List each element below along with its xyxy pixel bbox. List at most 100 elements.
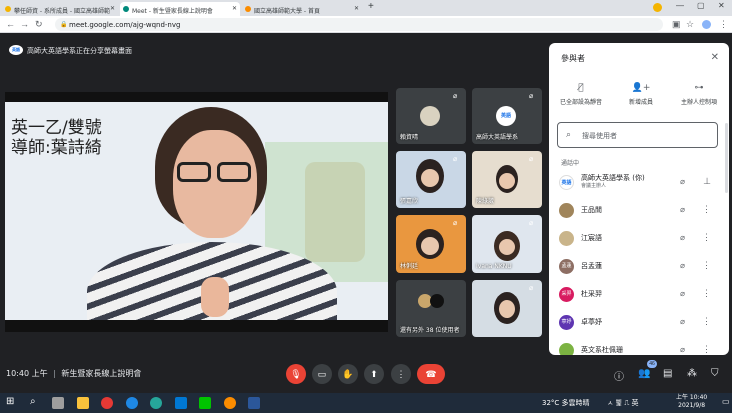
participant-row[interactable]: 英語 高師大英語學系 (你) 會議主辦人 ⌀ ⊥ (557, 170, 719, 196)
more-options-icon[interactable]: ⋮ (702, 232, 711, 243)
panel-scrollbar[interactable] (725, 123, 728, 193)
raise-hand-button[interactable]: ✋ (338, 364, 358, 384)
search-icon[interactable]: ⌕ (30, 396, 36, 407)
video-top-strip (5, 92, 388, 102)
more-options-icon[interactable]: ⋮ (702, 316, 711, 327)
new-tab-button[interactable]: + (368, 1, 374, 12)
mic-off-icon: ⌀ (529, 220, 534, 227)
notifications-icon[interactable]: ▭ (722, 397, 730, 406)
meeting-details-icon[interactable]: ⓘ (614, 368, 624, 383)
meeting-name: 新生暨家長線上說明會 (61, 369, 142, 378)
more-options-icon[interactable]: ⋮ (702, 260, 711, 271)
video-caption: 英一乙/雙號 導師:葉詩綺 (11, 118, 102, 158)
system-tray[interactable]: ㅅ 쀭 ⎍ 英 (607, 398, 638, 408)
window-close-icon[interactable]: ✕ (718, 1, 725, 10)
camera-in-use-icon[interactable]: ▣ (672, 19, 681, 30)
more-options-button[interactable]: ⋮ (391, 364, 411, 384)
line-icon[interactable] (199, 397, 211, 409)
mail-icon[interactable] (175, 397, 187, 409)
people-icon[interactable]: 👥 (638, 368, 650, 379)
windows-start-icon[interactable]: ⊞ (6, 396, 14, 407)
close-tab-icon[interactable]: ✕ (232, 5, 237, 12)
participant-row[interactable]: 江宸語 ⌀ ⋮ (557, 226, 719, 252)
mic-off-icon[interactable]: ⌀ (680, 177, 685, 186)
pin-icon[interactable]: ⊥ (703, 176, 711, 187)
browser-menu-icon[interactable]: ⋮ (719, 19, 728, 30)
search-input[interactable]: ⌕ 搜尋使用者 (557, 122, 718, 148)
mic-toggle-button[interactable]: 🎙 (286, 364, 306, 384)
more-options-icon[interactable]: ⋮ (702, 344, 711, 355)
maximize-icon[interactable]: ▢ (697, 1, 705, 10)
activities-icon[interactable]: ⁂ (687, 368, 697, 379)
browser-tab[interactable]: 國立高雄師範大學 - 首頁 ✕ (242, 2, 362, 16)
participant-name: 江宸語 (581, 234, 602, 242)
in-call-section-label: 通話中 (561, 160, 580, 167)
word-icon[interactable] (248, 397, 260, 409)
avatar: 孟蓮 (559, 259, 574, 274)
bookmark-star-icon[interactable]: ☆ (686, 19, 694, 30)
add-person-icon: 👤+ (631, 83, 651, 93)
browser-tab-active[interactable]: Meet - 新生暨家長線上說明會 ✕ (120, 2, 240, 16)
profile-dot-icon[interactable] (653, 3, 662, 12)
url-field[interactable]: 🔒 meet.google.com/ajg-wqnd-nvg (55, 18, 663, 31)
profile-avatar[interactable] (702, 20, 711, 29)
mic-off-icon[interactable]: ⌀ (680, 261, 685, 270)
host-controls-icon[interactable]: ⛉ (711, 368, 719, 379)
meeting-info: 10:40 上午 | 新生暨家長線上說明會 (6, 368, 141, 379)
app-icon[interactable] (224, 397, 236, 409)
participant-tile[interactable]: ⌀ Ivana NKNU (472, 215, 542, 273)
more-participants-tile[interactable]: 還有另外 38 位使用者 (396, 280, 466, 337)
clock-date: 2021/9/8 (678, 402, 706, 409)
lock-icon: 🔒 (60, 21, 68, 28)
system-clock[interactable]: 上午 10:40 2021/9/8 (676, 394, 707, 410)
forward-icon[interactable]: → (20, 19, 29, 29)
weather-widget[interactable]: 32°C 多雲時晴 (542, 398, 590, 408)
mute-all-button[interactable]: 🎙̸ 已全部設為靜音 (553, 83, 609, 106)
participant-tile[interactable]: ⌀ 張嘉欣 (396, 151, 466, 208)
file-explorer-icon[interactable] (77, 397, 89, 409)
more-options-icon[interactable]: ⋮ (702, 204, 711, 215)
main-video[interactable]: 英一乙/雙號 導師:葉詩綺 (5, 92, 388, 332)
participant-row[interactable]: 英文系杜佩珊 ⌀ ⋮ (557, 338, 719, 355)
close-panel-icon[interactable]: ✕ (711, 52, 719, 63)
chrome-icon[interactable] (101, 397, 113, 409)
participant-row[interactable]: 葶妤 卓葶妤 ⌀ ⋮ (557, 310, 719, 336)
mic-off-icon[interactable]: ⌀ (680, 205, 685, 214)
camera-toggle-button[interactable]: ▭ (312, 364, 332, 384)
close-tab-icon[interactable]: ✕ (354, 5, 359, 12)
browser-tab[interactable]: 攀任師資 - 系所成員 - 國立高雄師範 ✕ (2, 2, 118, 16)
back-icon[interactable]: ← (6, 19, 15, 29)
host-controls-button[interactable]: ⊶ 主辦人控制項 (671, 83, 727, 106)
ie-icon[interactable] (126, 397, 138, 409)
mic-off-icon: ⌀ (453, 220, 458, 227)
reload-icon[interactable]: ↻ (35, 19, 43, 30)
video-face (499, 300, 515, 318)
tab-favicon-icon (245, 6, 251, 12)
participant-tile[interactable]: ⌀ (472, 280, 542, 337)
mic-off-icon[interactable]: ⌀ (680, 345, 685, 354)
participant-name: 杜采羿 (581, 290, 602, 298)
participant-tile[interactable]: ⌀ 賴資晴 (396, 88, 466, 144)
participant-row[interactable]: 孟蓮 呂孟蓮 ⌀ ⋮ (557, 254, 719, 280)
minimize-icon[interactable]: — (676, 1, 684, 10)
participant-tile[interactable]: ⌀ 陳綠葳 (472, 151, 542, 208)
address-bar-row: ← → ↻ 🔒 meet.google.com/ajg-wqnd-nvg ▣ ☆… (0, 16, 732, 33)
mic-off-icon[interactable]: ⌀ (680, 317, 685, 326)
leave-call-button[interactable]: ☎ (417, 364, 445, 384)
task-view-icon[interactable] (52, 397, 64, 409)
participant-row[interactable]: 王品閒 ⌀ ⋮ (557, 198, 719, 224)
more-options-icon[interactable]: ⋮ (702, 288, 711, 299)
tile-name: 高師大英語學系 (476, 134, 519, 141)
chat-icon[interactable]: ▤ (663, 368, 672, 379)
mic-off-icon[interactable]: ⌀ (680, 289, 685, 298)
add-people-button[interactable]: 👤+ 新增成員 (613, 83, 669, 106)
close-tab-icon[interactable]: ✕ (110, 5, 115, 12)
participant-tile[interactable]: 英語 ⌀ 高師大英語學系 (472, 88, 542, 144)
mic-off-icon: 🎙̸ (578, 83, 584, 93)
glasses-right (217, 162, 251, 182)
mic-off-icon[interactable]: ⌀ (680, 233, 685, 242)
participant-tile[interactable]: ⌀ 林俐廷 (396, 215, 466, 273)
participant-row[interactable]: 采羿 杜采羿 ⌀ ⋮ (557, 282, 719, 308)
present-screen-button[interactable]: ⬆ (364, 364, 384, 384)
edge-icon[interactable] (150, 397, 162, 409)
